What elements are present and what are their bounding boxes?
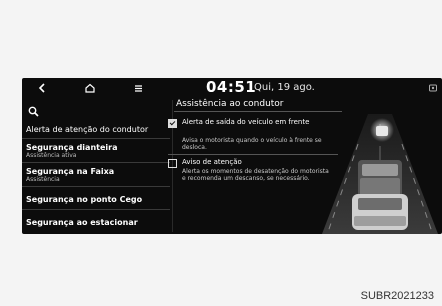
clock-time: 04:51 (206, 78, 257, 96)
sidebar-item-label: Segurança na Faixa (26, 167, 115, 176)
sidebar-item-label: Alerta de atenção do condutor (26, 125, 149, 134)
top-bar: 04:51 Qui, 19 ago. (22, 78, 442, 98)
option-description: Alerta os momentos de desatenção do moto… (182, 168, 329, 182)
sidebar-item-lane-safety[interactable]: Segurança na Faixa Assistência (26, 167, 114, 183)
sidebar-item-driver-attention[interactable]: Alerta de atenção do condutor (26, 125, 148, 134)
search-icon[interactable] (28, 102, 39, 121)
sidebar-item-sublabel: Assistência ativa (26, 152, 77, 159)
checkbox-unchecked[interactable] (168, 159, 177, 168)
car-illustration (318, 114, 442, 234)
option-vehicle-departure-alert[interactable]: Alerta de saída do veículo em frente Avi… (168, 118, 338, 158)
menu-divider (22, 186, 170, 187)
option-divider (168, 154, 338, 155)
sidebar-item-label: Segurança no ponto Cego (26, 195, 143, 204)
sidebar-item-blind-spot[interactable]: Segurança no ponto Cego (26, 195, 142, 204)
option-description: Avisa o motorista quando o veículo à fre… (182, 137, 322, 151)
menu-divider (22, 138, 170, 139)
title-underline (174, 111, 342, 112)
display-screen: 04:51 Qui, 19 ago. Alerta de atenção do … (22, 78, 442, 234)
option-title: Alerta de saída do veículo em frente (182, 118, 310, 126)
image-reference-code: SUBR2021233 (360, 290, 434, 302)
option-attention-warning[interactable]: Aviso de atenção Alerta os momentos de d… (168, 158, 338, 208)
checkbox-checked[interactable] (168, 119, 177, 128)
home-icon[interactable] (84, 81, 96, 95)
settings-icon[interactable] (427, 81, 439, 95)
sidebar-item-parking-safety[interactable]: Segurança ao estacionar (26, 218, 138, 227)
menu-divider (22, 162, 170, 163)
menu-icon[interactable] (132, 81, 144, 95)
sidebar-item-label: Segurança ao estacionar (26, 218, 138, 227)
panel-title: Assistência ao condutor (176, 99, 284, 109)
sidebar-item-front-safety[interactable]: Segurança dianteira Assistência ativa (26, 143, 117, 159)
menu-divider (22, 209, 170, 210)
back-icon[interactable] (36, 81, 48, 95)
sidebar-item-sublabel: Assistência (26, 176, 60, 183)
option-title: Aviso de atenção (182, 158, 242, 166)
date-text: Qui, 19 ago. (254, 82, 315, 93)
sidebar-item-label: Segurança dianteira (26, 143, 118, 152)
